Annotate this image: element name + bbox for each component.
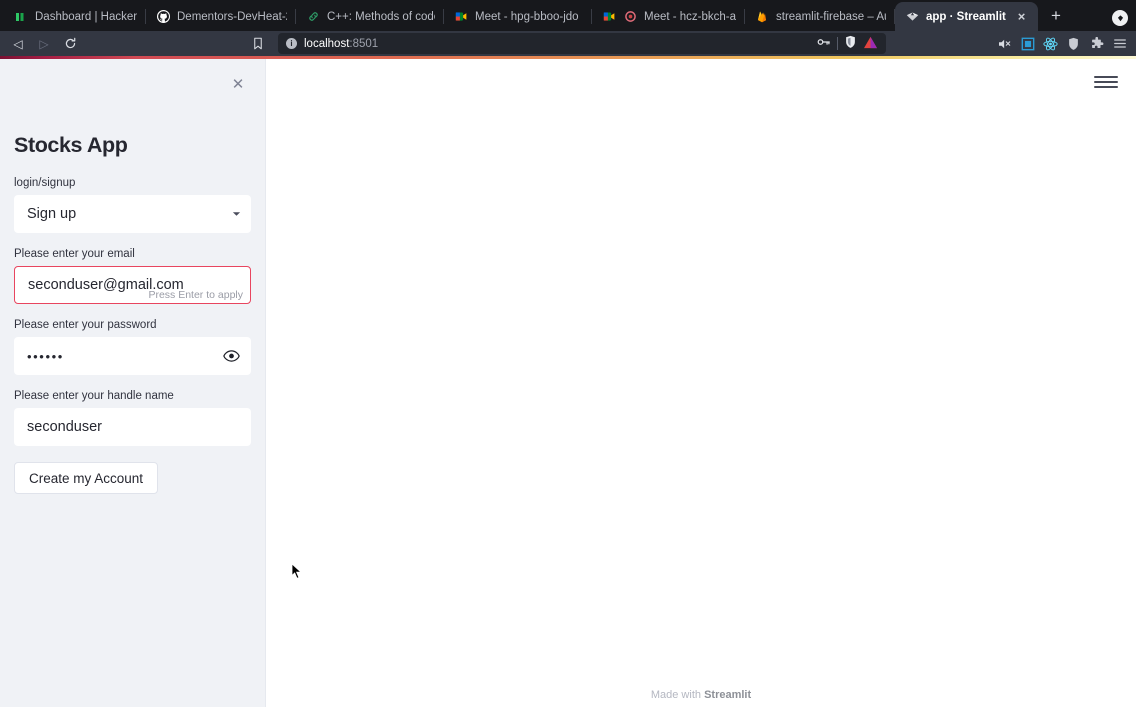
password-key-icon[interactable] <box>817 36 831 51</box>
bookmark-icon[interactable] <box>246 33 270 54</box>
divider <box>837 37 838 50</box>
eye-icon[interactable] <box>221 346 241 366</box>
tab-title: app · Streamlit <box>926 10 1006 23</box>
streamlit-footer: Made with Streamlit <box>266 689 1136 701</box>
new-tab-button[interactable]: + <box>1042 2 1070 30</box>
handle-field[interactable]: seconduser <box>14 408 251 447</box>
tab-title: Meet - hpg-bboo-jdo <box>475 10 579 23</box>
extension-icons <box>994 33 1130 54</box>
menu-bar-1 <box>1094 76 1118 78</box>
app-sidebar: ✕ Stocks App login/signup Sign up Please… <box>0 59 266 707</box>
email-field[interactable]: seconduser@gmail.com Press Enter to appl… <box>14 266 251 305</box>
streamlit-icon <box>905 10 919 24</box>
email-field-label: Please enter your email <box>14 248 135 261</box>
browser-tab-app-streamlit[interactable]: app · Streamlit × <box>895 2 1038 31</box>
tabstrip-right-controls <box>1112 10 1136 31</box>
firebase-icon <box>755 10 769 24</box>
recording-indicator-icon <box>623 10 637 24</box>
link-icon <box>306 10 320 24</box>
browser-toolbar: ◁ ▷ i localhost:8501 <box>0 31 1136 56</box>
handle-field-value: seconduser <box>27 419 102 436</box>
brave-triangle-icon[interactable] <box>863 36 878 52</box>
mode-select[interactable]: Sign up <box>14 195 251 234</box>
reload-button[interactable] <box>58 33 82 54</box>
password-field-value: •••••• <box>27 348 64 364</box>
tab-title: Meet - hcz-bkch-aim <box>644 10 736 23</box>
mode-select-value: Sign up <box>27 206 77 223</box>
google-meet-icon <box>454 10 468 24</box>
tab-title: Dementors-DevHeat-2021 <box>177 10 287 23</box>
password-field[interactable]: •••••• <box>14 337 251 376</box>
google-meet-recording-icon <box>602 10 616 24</box>
page-title: Stocks App <box>14 133 128 157</box>
browser-tab-meet-hpg[interactable]: Meet - hpg-bboo-jdo <box>444 2 592 31</box>
mute-tab-icon[interactable] <box>994 33 1015 54</box>
browser-tab-streamlit-firebase[interactable]: streamlit-firebase – Authe <box>745 2 895 31</box>
brave-rewards-icon[interactable] <box>1112 10 1128 26</box>
chevron-down-icon <box>232 210 241 219</box>
menu-bar-2 <box>1094 81 1118 83</box>
press-enter-to-apply-hint: Press Enter to apply <box>145 289 243 302</box>
page-content: ✕ Stocks App login/signup Sign up Please… <box>0 59 1136 707</box>
address-bar[interactable]: i localhost:8501 <box>278 33 886 54</box>
tab-title: C++: Methods of code sho <box>327 10 435 23</box>
url-text: localhost:8501 <box>304 37 379 50</box>
extensions-puzzle-icon[interactable] <box>1086 33 1107 54</box>
back-button[interactable]: ◁ <box>6 33 30 54</box>
forward-button[interactable]: ▷ <box>32 33 56 54</box>
tab-close-button[interactable]: × <box>1014 9 1029 24</box>
screenshot-icon[interactable] <box>1017 33 1038 54</box>
handle-field-label: Please enter your handle name <box>14 390 174 403</box>
create-account-button[interactable]: Create my Account <box>14 462 159 495</box>
footer-brand[interactable]: Streamlit <box>704 689 751 701</box>
browser-tab-meet-hcz[interactable]: Meet - hcz-bkch-aim <box>592 2 745 31</box>
browser-window: Dashboard | HackerRank Dementors-DevHeat… <box>0 0 1136 707</box>
app-menu-button[interactable] <box>1094 70 1118 94</box>
tab-title: Dashboard | HackerRank <box>35 10 137 23</box>
react-devtools-icon[interactable] <box>1040 33 1061 54</box>
password-field-label: Please enter your password <box>14 319 157 332</box>
browser-tab-hackerrank[interactable]: Dashboard | HackerRank <box>4 2 146 31</box>
github-icon <box>156 10 170 24</box>
footer-prefix: Made with <box>650 689 705 701</box>
browser-tab-cpp-methods[interactable]: C++: Methods of code sho <box>296 2 444 31</box>
mode-select-label: login/signup <box>14 177 76 189</box>
browser-tab-github[interactable]: Dementors-DevHeat-2021 <box>146 2 296 31</box>
brave-shield-icon[interactable] <box>844 35 857 52</box>
privacy-shield-icon[interactable] <box>1063 33 1084 54</box>
tab-title: streamlit-firebase – Authe <box>776 10 886 23</box>
tab-strip: Dashboard | HackerRank Dementors-DevHeat… <box>0 0 1136 31</box>
menu-bar-3 <box>1094 86 1118 88</box>
hackerrank-icon <box>14 10 28 24</box>
sidebar-close-button[interactable]: ✕ <box>225 71 251 97</box>
browser-menu-icon[interactable] <box>1109 33 1130 54</box>
omnibox-actions <box>817 35 878 52</box>
main-area: Made with Streamlit <box>266 59 1136 707</box>
site-info-icon[interactable]: i <box>286 38 297 49</box>
